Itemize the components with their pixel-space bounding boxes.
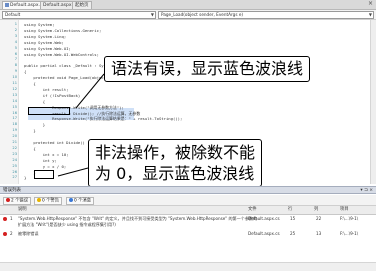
syntax-error-callout: 语法有误，显示蓝色波浪线 [104, 56, 311, 82]
error-icon [3, 217, 7, 221]
line-number: 1 [14, 22, 17, 26]
error-marker-box [28, 107, 70, 115]
column-header-project[interactable]: 项目 [340, 206, 349, 214]
line-number: 17 [12, 116, 17, 121]
line-number: 22 [12, 145, 17, 150]
error-list-header: 说明 文件 行 列 项目 [0, 206, 376, 215]
column-header-column[interactable]: 列 [314, 206, 318, 214]
line-number: 3 [14, 33, 17, 38]
error-icon [6, 198, 10, 202]
line-number: 8 [14, 63, 17, 68]
code-line: int y; [24, 157, 57, 163]
chevron-down-icon: ▼ [150, 12, 154, 17]
code-line: using System.Web.UI; [24, 45, 71, 51]
code-line: { [24, 69, 27, 75]
member-dropdown[interactable]: Page_Load(object sender, EventArgs e) ▼ [158, 11, 374, 19]
column-header-line[interactable]: 行 [288, 206, 292, 214]
vertical-scrollbar[interactable] [370, 20, 376, 184]
illegal-operation-callout: 非法操作，被除数不能 为 0，显示蓝色波浪线 [88, 139, 263, 187]
code-line: int result; [24, 86, 69, 92]
document-tab-bar: Default.aspx.cs Default.aspx 起始页 × [0, 0, 376, 10]
code-line: { [24, 145, 36, 151]
column-header-description[interactable]: 说明 [18, 206, 27, 214]
line-number: 9 [14, 69, 17, 74]
column-header-file[interactable]: 文件 [248, 206, 257, 214]
code-line: using System.Web; [24, 39, 64, 45]
line-number: 26 [12, 169, 17, 174]
line-number: 10 [12, 75, 17, 80]
warnings-filter-button[interactable]: 0 个警告 [34, 197, 62, 205]
line-number: 27 [12, 175, 17, 180]
line-number: 13 [12, 92, 17, 97]
line-number: 5 [14, 45, 17, 50]
code-line: using System.Linq; [24, 33, 67, 39]
line-number: 4 [14, 39, 17, 44]
line-number: 18 [12, 122, 17, 127]
pin-icon[interactable]: ▾ ⊐ × [360, 187, 373, 195]
line-number: 23 [12, 151, 17, 156]
line-number: 14 [12, 98, 17, 103]
code-line: y = x / 0; [24, 163, 67, 169]
line-number: 6 [14, 51, 17, 56]
error-marker-box [34, 170, 54, 179]
table-row[interactable]: 1 "System.Web.HttpResponse" 不包含 "Writ" 的… [0, 216, 376, 230]
close-icon[interactable]: × [368, 0, 373, 7]
code-line: { [24, 81, 36, 86]
code-line: } [24, 128, 36, 134]
class-dropdown[interactable]: Default ▼ [2, 11, 156, 19]
tab-default-aspx[interactable]: Default.aspx [40, 1, 75, 9]
code-line: Response.Write("执行除法运算结果是：" + result.ToS… [24, 116, 183, 122]
line-number: 15 [12, 104, 17, 109]
cs-file-icon [5, 2, 9, 7]
code-line: { [24, 98, 46, 104]
line-number: 25 [12, 163, 17, 168]
error-list-titlebar: 错误列表 ▾ ⊐ × [0, 186, 376, 194]
code-line: } [24, 122, 46, 128]
warning-icon [37, 198, 41, 202]
line-number: 11 [12, 81, 17, 85]
table-row[interactable]: 2 被零除错误 Default.aspx.cs 25 13 F:\...\9-1… [0, 231, 376, 239]
code-line: using System.Collections.Generic; [24, 27, 102, 33]
line-number: 20 [12, 134, 17, 139]
info-icon [69, 198, 73, 202]
code-line: protected int Divide() [24, 140, 85, 145]
chevron-down-icon: ▼ [368, 12, 372, 17]
line-number: 2 [14, 27, 17, 32]
line-number: 7 [14, 57, 17, 62]
code-line: } [24, 175, 27, 181]
errors-filter-button[interactable]: 2 个错误 [3, 197, 31, 205]
code-line: int x = 10; [24, 151, 69, 157]
line-number: 12 [12, 86, 17, 91]
line-number: 21 [12, 140, 17, 144]
line-number: 16 [12, 110, 17, 115]
line-number: 19 [12, 128, 17, 133]
line-number: 24 [12, 157, 17, 162]
error-icon [3, 232, 7, 236]
messages-filter-button[interactable]: 0 个消息 [66, 197, 94, 205]
error-list-filters: 2 个错误 0 个警告 0 个消息 [0, 195, 376, 206]
tab-start-page[interactable]: 起始页 [72, 1, 92, 9]
code-line: using System.Web.UI.WebControls; [24, 51, 99, 57]
code-line: using System; [24, 22, 55, 27]
navigation-bar: Default ▼ Page_Load(object sender, Event… [0, 10, 376, 20]
code-line: if (!IsPostBack) [24, 92, 81, 98]
